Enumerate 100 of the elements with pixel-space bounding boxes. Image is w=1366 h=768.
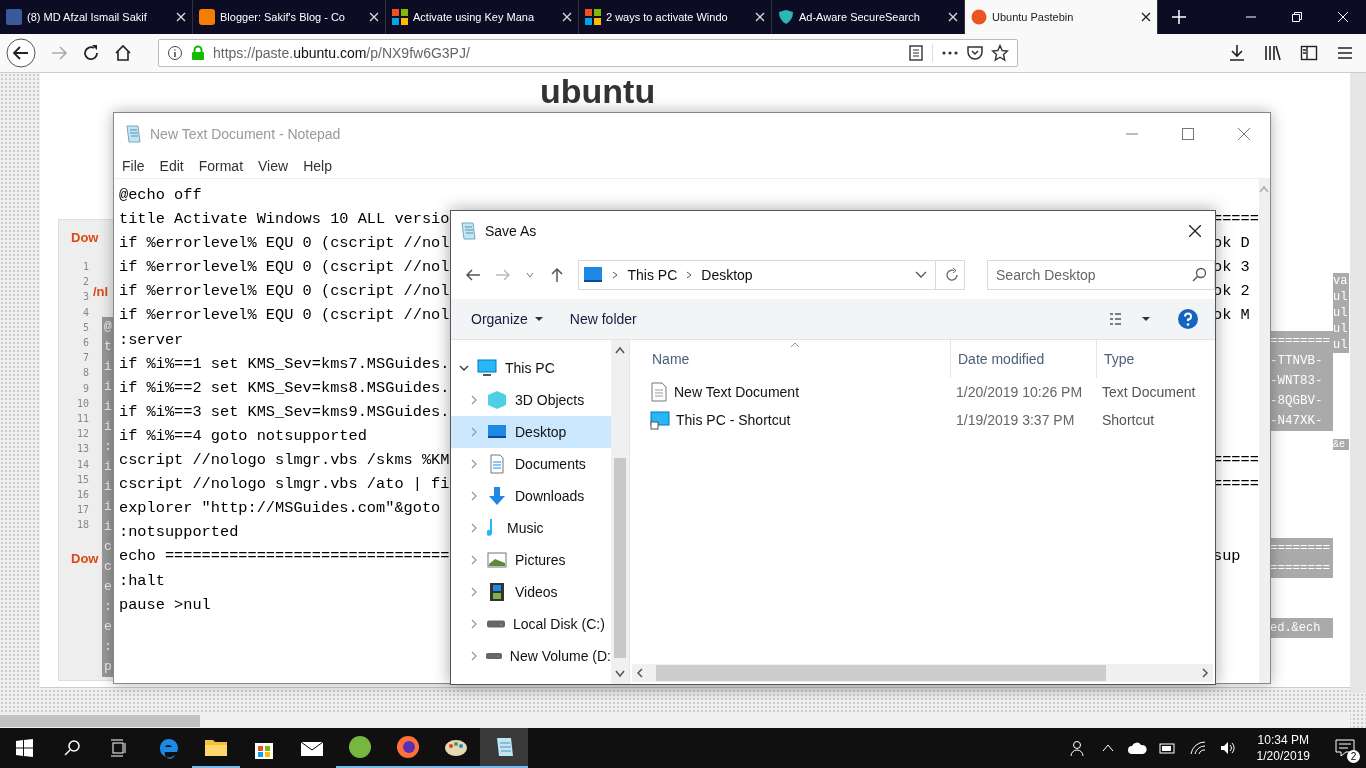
tree-item[interactable]: Music xyxy=(451,512,611,544)
line-number: 8 xyxy=(82,366,89,381)
new-folder-button[interactable]: New folder xyxy=(561,307,645,331)
chevron-right-icon[interactable] xyxy=(469,523,479,533)
clock-time[interactable]: 10:34 PM xyxy=(1257,732,1309,748)
download-link[interactable]: Dow xyxy=(71,230,99,245)
text-line: if %errorlevel% EQU 0 (cscript //nol xyxy=(119,281,451,303)
organize-button[interactable]: Organize xyxy=(463,307,552,331)
star-icon[interactable] xyxy=(991,44,1009,62)
line-number: 1 xyxy=(82,260,89,274)
scroll-up-icon[interactable] xyxy=(615,346,625,354)
chevron-right-icon[interactable] xyxy=(469,619,479,629)
restore-icon[interactable] xyxy=(1292,12,1302,22)
help-icon[interactable] xyxy=(1177,308,1199,330)
site-logo: ubuntu xyxy=(540,71,656,111)
lock-icon xyxy=(191,45,205,61)
reader-view-icon[interactable] xyxy=(908,45,924,61)
tree-item[interactable]: Documents xyxy=(451,448,611,480)
menu-item[interactable]: View xyxy=(258,158,289,174)
code-block: @ t i i i i : i i i i c c e : e : p xyxy=(102,317,114,677)
text-line: explorer "http://MSGuides.com"&goto xyxy=(119,498,442,520)
code-block: ======== -TTNVB- -WNT83- -8QGBV- -N47XK- xyxy=(1270,331,1333,431)
menu-item[interactable]: Edit xyxy=(159,158,184,174)
app-icon xyxy=(347,734,373,760)
chevron-down-icon[interactable] xyxy=(915,270,927,280)
close-icon[interactable] xyxy=(1141,12,1151,22)
chevron-right-icon[interactable] xyxy=(469,491,479,501)
drive-icon xyxy=(485,652,502,660)
volume-icon[interactable] xyxy=(1218,740,1237,756)
maximize-icon[interactable] xyxy=(1182,127,1194,140)
tree-item[interactable]: Desktop xyxy=(451,416,611,448)
close-icon[interactable] xyxy=(1189,225,1201,237)
column-header[interactable]: Date modified xyxy=(950,340,1096,378)
download-link[interactable]: Dow xyxy=(71,551,99,566)
chevron-right-icon[interactable] xyxy=(469,651,478,661)
tree-item[interactable]: New Volume (D: xyxy=(451,640,611,672)
text-line: pause >nul xyxy=(119,594,212,616)
file-row[interactable]: New Text Document 1/20/2019 10:26 PM Text Document xyxy=(652,378,1215,406)
pocket-icon[interactable] xyxy=(967,45,983,61)
taskbar-app[interactable] xyxy=(480,728,528,768)
scroll-left-icon[interactable] xyxy=(636,668,644,678)
menu-icon[interactable] xyxy=(1336,44,1354,62)
tree-item[interactable]: 3D Objects xyxy=(451,384,611,416)
text-line: :server xyxy=(119,329,185,351)
text-line: if %i%==1 set KMS_Sev=kms7.MSGuides. xyxy=(119,353,451,375)
menu-item[interactable]: Format xyxy=(198,158,244,174)
chevron-right-icon[interactable] xyxy=(469,459,479,469)
tree-item[interactable]: Local Disk (C:) xyxy=(451,608,611,640)
caret-icon[interactable] xyxy=(1141,316,1151,322)
scroll-bar[interactable] xyxy=(632,664,1213,682)
code-fragment: /nl xyxy=(93,284,109,299)
menu-item[interactable]: Help xyxy=(303,158,332,174)
tree-item[interactable]: Videos xyxy=(451,576,611,608)
refresh-icon[interactable] xyxy=(944,267,960,283)
line-number: 2 xyxy=(82,275,89,290)
search-field[interactable]: Search Desktop xyxy=(987,260,1215,290)
address-bar[interactable]: https://paste.ubuntu.com/p/NX9fw6G3PJ/ xyxy=(158,39,1018,67)
back-icon[interactable] xyxy=(6,38,36,68)
text-line: cscript //nologo slmgr.vbs /ato | fi xyxy=(119,474,451,496)
scroll-bar[interactable] xyxy=(1350,73,1366,693)
cloud-icon[interactable] xyxy=(1126,741,1147,755)
clock-date[interactable]: 1/20/2019 xyxy=(1256,748,1310,764)
chevron-right-icon[interactable] xyxy=(469,555,479,565)
chevron-right-icon xyxy=(685,270,694,280)
site-icon xyxy=(199,9,215,25)
home-icon[interactable] xyxy=(114,44,132,62)
battery-icon[interactable] xyxy=(1158,741,1177,755)
tree-item[interactable]: Downloads xyxy=(451,480,611,512)
action-center-icon[interactable] xyxy=(1334,737,1356,759)
scroll-bar[interactable] xyxy=(1258,179,1270,683)
menu-item[interactable]: File xyxy=(122,158,145,174)
breadcrumb-item[interactable]: Desktop xyxy=(701,267,753,283)
new-tab-icon[interactable] xyxy=(1172,10,1186,24)
scroll-right-icon[interactable] xyxy=(1201,668,1209,678)
column-header[interactable]: Name xyxy=(652,340,950,378)
tree-item[interactable]: This PC xyxy=(451,352,611,384)
breadcrumb-item[interactable]: This PC xyxy=(627,267,678,283)
line-number: 5 xyxy=(82,320,89,335)
chevron-right-icon[interactable] xyxy=(469,587,479,597)
line-number: 15 xyxy=(76,472,89,487)
code-fragment: &e xyxy=(1333,439,1349,450)
chevron-right-icon[interactable] xyxy=(469,395,479,405)
site-icon xyxy=(585,9,601,25)
library-icon[interactable] xyxy=(1264,44,1282,62)
scroll-bar[interactable] xyxy=(0,713,1350,729)
download-arrow-icon xyxy=(487,486,507,506)
chevron-down-icon[interactable] xyxy=(459,363,469,373)
browser-tab[interactable]: Ubuntu Pastebin xyxy=(965,0,1158,34)
reload-icon[interactable] xyxy=(82,44,100,62)
tree-item[interactable]: Pictures xyxy=(451,544,611,576)
column-header[interactable]: Type xyxy=(1096,340,1215,378)
scroll-bar[interactable] xyxy=(611,340,629,684)
line-number: 4 xyxy=(82,305,89,320)
scroll-down-icon[interactable] xyxy=(615,670,625,678)
address-bar[interactable]: This PC Desktop xyxy=(578,260,965,290)
back-icon[interactable] xyxy=(465,267,481,283)
download-icon[interactable] xyxy=(1228,44,1246,62)
sidebar-icon[interactable] xyxy=(1300,44,1318,62)
file-row[interactable]: This PC - Shortcut 1/19/2019 3:37 PM Shortcut xyxy=(652,406,1215,434)
wifi-icon[interactable] xyxy=(1188,740,1207,756)
